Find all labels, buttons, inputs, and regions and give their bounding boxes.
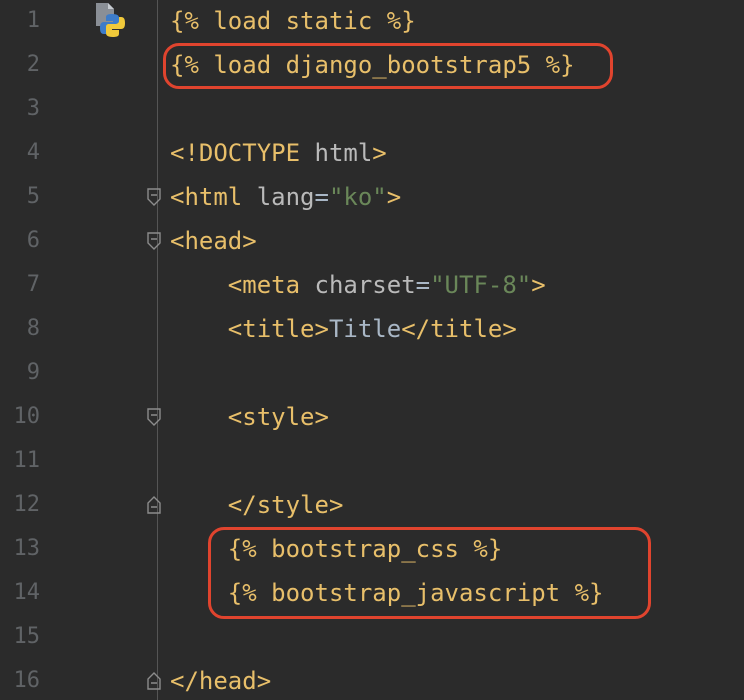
code-line[interactable]: 10 <style> — [0, 395, 744, 439]
code-line[interactable]: 15 — [0, 615, 744, 659]
code-line[interactable]: 6 <head> — [0, 219, 744, 263]
code-editor[interactable]: 1 {% load static %} 2 {% load django_bootst… — [0, 0, 744, 700]
code-text: {% load static %} — [170, 0, 416, 43]
fold-open-icon[interactable] — [147, 188, 161, 206]
code-text: <head> — [170, 219, 257, 263]
code-token: html — [314, 139, 373, 167]
code-token: </title> — [401, 315, 517, 343]
code-token: > — [372, 139, 387, 167]
code-token: </style> — [170, 491, 344, 519]
code-text: <style> — [170, 395, 329, 439]
code-token: </head> — [170, 667, 272, 695]
code-text: <meta charset="UTF-8"> — [170, 263, 546, 307]
code-line[interactable]: 12 </style> — [0, 483, 744, 527]
code-token: <style> — [170, 403, 329, 431]
line-number: 15 — [13, 624, 41, 649]
code-token: lang — [256, 183, 315, 211]
code-text: </style> — [170, 483, 344, 527]
line-number: 6 — [26, 228, 40, 253]
code-text: </head> — [170, 659, 271, 700]
code-token: = — [415, 271, 431, 299]
line-number: 10 — [13, 404, 41, 429]
code-token: > — [531, 271, 546, 299]
fold-open-icon[interactable] — [147, 408, 161, 426]
code-token: {% load static %} — [170, 7, 416, 35]
code-line[interactable]: 11 — [0, 439, 744, 483]
code-token: <title> — [170, 315, 329, 343]
line-number: 5 — [26, 184, 40, 209]
code-text: <!DOCTYPE html> — [170, 131, 387, 175]
code-token: "UTF-8" — [430, 271, 532, 299]
code-token: <meta — [170, 271, 315, 299]
code-token: = — [314, 183, 329, 211]
code-line[interactable]: 1 {% load static %} — [0, 0, 744, 43]
code-line[interactable]: 16 </head> — [0, 659, 744, 700]
code-token: <!DOCTYPE — [170, 139, 315, 167]
fold-close-icon[interactable] — [147, 672, 161, 690]
code-line[interactable]: 9 — [0, 351, 744, 395]
code-token: "ko" — [328, 183, 387, 211]
code-line[interactable]: 5 <html lang="ko"> — [0, 175, 744, 219]
line-number: 2 — [26, 52, 40, 77]
code-line[interactable]: 4 <!DOCTYPE html> — [0, 131, 744, 175]
line-number: 12 — [13, 492, 41, 517]
code-token: <html — [170, 183, 257, 211]
line-number: 11 — [13, 448, 41, 473]
fold-open-icon[interactable] — [147, 232, 161, 250]
line-number: 1 — [26, 8, 40, 33]
code-line[interactable]: 7 <meta charset="UTF-8"> — [0, 263, 744, 307]
code-text: <title>Title</title> — [170, 307, 517, 351]
line-number: 16 — [13, 668, 41, 693]
code-text: <html lang="ko"> — [170, 175, 401, 219]
code-token: <head> — [170, 227, 257, 255]
line-number: 4 — [26, 140, 40, 165]
code-token: charset — [314, 271, 416, 299]
fold-close-icon[interactable] — [147, 496, 161, 514]
highlight-bootstrap-tags — [208, 527, 651, 619]
line-number: 8 — [26, 316, 40, 341]
line-number: 14 — [13, 580, 41, 605]
line-number: 9 — [26, 360, 40, 385]
code-line[interactable]: 3 — [0, 87, 744, 131]
line-number: 7 — [26, 272, 40, 297]
code-token: > — [386, 183, 402, 211]
line-number: 3 — [26, 96, 40, 121]
highlight-load-bootstrap — [163, 43, 613, 89]
line-number: 13 — [13, 536, 41, 561]
code-token: Title — [328, 315, 402, 343]
code-line[interactable]: 8 <title>Title</title> — [0, 307, 744, 351]
